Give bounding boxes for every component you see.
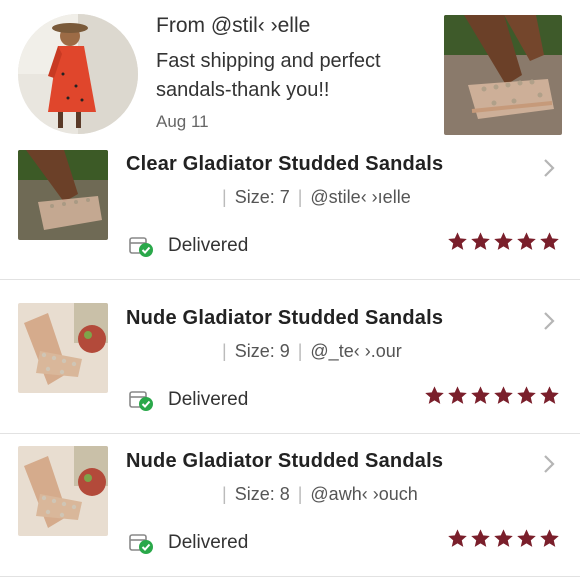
status-label: Delivered	[168, 532, 249, 553]
chevron-right-icon[interactable]	[542, 453, 556, 475]
status-label: Delivered	[168, 389, 249, 410]
item-title[interactable]: Clear Gladiator Studded Sandals	[126, 153, 443, 176]
item-title[interactable]: Nude Gladiator Studded Sandals	[126, 307, 443, 330]
item-seller[interactable]: @_te‹ ›.our	[310, 341, 401, 361]
chevron-right-icon[interactable]	[542, 157, 556, 179]
review-date: Aug 11	[156, 112, 209, 131]
star-icon	[471, 386, 490, 404]
star-icon	[471, 529, 490, 547]
item-title[interactable]: Nude Gladiator Studded Sandals	[126, 450, 443, 473]
star-rating	[447, 528, 560, 549]
item-thumbnail[interactable]	[18, 150, 108, 240]
package-check-icon	[129, 534, 153, 554]
star-icon	[540, 232, 559, 250]
star-icon	[425, 386, 444, 404]
order-item[interactable]: Nude Gladiator Studded Sandals | Size: 8 |…	[0, 433, 580, 575]
star-icon	[494, 529, 513, 547]
item-size: Size: 7	[234, 187, 290, 207]
star-rating	[424, 385, 560, 406]
divider	[0, 576, 580, 577]
star-icon	[448, 232, 467, 250]
delivery-status: Delivered	[128, 234, 248, 258]
star-icon	[494, 386, 513, 404]
item-seller[interactable]: @stile‹ ›ıelle	[310, 187, 410, 207]
order-item[interactable]: Nude Gladiator Studded Sandals | Size: 9 |…	[0, 290, 580, 432]
item-meta: | Size: 7 | @stile‹ ›ıelle	[222, 187, 411, 207]
item-thumbnail[interactable]	[18, 446, 108, 536]
review-photo[interactable]	[444, 15, 562, 135]
star-rating	[447, 231, 560, 252]
chevron-right-icon[interactable]	[542, 310, 556, 332]
review-from[interactable]: From @stil‹ ›elle	[156, 14, 310, 38]
item-meta: | Size: 8 | @awh‹ ›ouch	[222, 484, 418, 504]
review-message: Fast shipping and perfect sandals-thank …	[156, 50, 381, 101]
review-header: From @stil‹ ›elle Fast shipping and perf…	[0, 0, 580, 145]
package-check-icon	[129, 391, 153, 411]
item-thumbnail[interactable]	[18, 303, 108, 393]
order-item[interactable]: Clear Gladiator Studded Sandals | Size: 7…	[0, 145, 580, 287]
star-icon	[448, 529, 467, 547]
star-icon	[448, 386, 467, 404]
item-seller[interactable]: @awh‹ ›ouch	[310, 484, 417, 504]
divider	[0, 279, 580, 280]
status-label: Delivered	[168, 235, 249, 256]
star-icon	[540, 386, 559, 404]
star-icon	[517, 386, 536, 404]
star-icon	[494, 232, 513, 250]
item-meta: | Size: 9 | @_te‹ ›.our	[222, 341, 402, 361]
star-icon	[517, 529, 536, 547]
star-icon	[540, 529, 559, 547]
star-icon	[517, 232, 536, 250]
reviewer-avatar[interactable]	[18, 14, 138, 134]
delivery-status: Delivered	[128, 531, 248, 555]
item-size: Size: 9	[234, 341, 290, 361]
star-icon	[471, 232, 490, 250]
delivery-status: Delivered	[128, 388, 248, 412]
package-check-icon	[129, 237, 153, 257]
item-size: Size: 8	[234, 484, 290, 504]
